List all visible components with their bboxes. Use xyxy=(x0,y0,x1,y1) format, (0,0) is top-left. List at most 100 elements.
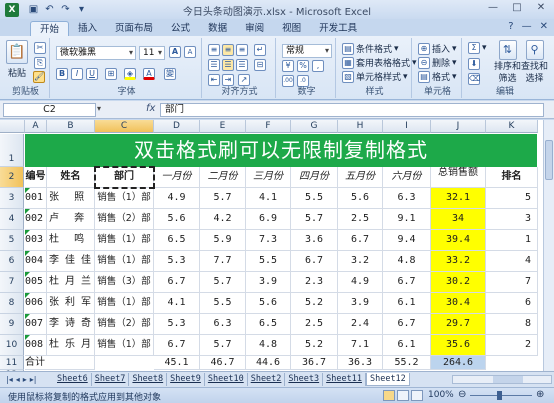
name-cell[interactable]: 卢 奔 xyxy=(47,209,95,230)
help-icon[interactable]: ? xyxy=(508,21,513,32)
month-value-cell[interactable]: 6.3 xyxy=(200,314,246,335)
department-cell[interactable]: 销售（3）部 xyxy=(95,272,154,293)
horizontal-scroll-thumb[interactable] xyxy=(493,376,523,383)
font-size-select[interactable]: 11 xyxy=(139,46,165,60)
column-header-g[interactable]: G xyxy=(291,120,338,133)
zoom-out-icon[interactable]: ⊖ xyxy=(458,389,466,400)
next-sheet-icon[interactable]: ▸ xyxy=(23,375,27,384)
department-cell[interactable]: 销售（1）部 xyxy=(95,293,154,314)
format-cells-button[interactable]: ▤ 格式 ▾ xyxy=(418,70,457,83)
column-header-c[interactable]: C xyxy=(95,120,154,133)
month-value-cell[interactable]: 4.8 xyxy=(246,335,291,356)
month-value-cell[interactable]: 9.1 xyxy=(383,209,431,230)
row-header-5[interactable]: 5 xyxy=(0,230,24,251)
month-value-cell[interactable]: 3.9 xyxy=(338,293,383,314)
total-sales-cell[interactable]: 35.6 xyxy=(431,335,486,356)
header-cell-5[interactable]: 三月份 xyxy=(246,167,291,188)
name-cell[interactable]: 张 照 xyxy=(47,188,95,209)
row-header-8[interactable]: 8 xyxy=(0,293,24,314)
copy-button[interactable]: ⎘ xyxy=(34,57,46,69)
header-cell-2[interactable]: 部门 xyxy=(95,167,154,188)
month-value-cell[interactable]: 5.2 xyxy=(291,335,338,356)
month-value-cell[interactable]: 5.7 xyxy=(200,272,246,293)
column-header-k[interactable]: K xyxy=(486,120,538,133)
first-sheet-icon[interactable]: |◂ xyxy=(6,375,13,384)
month-value-cell[interactable]: 3.6 xyxy=(291,230,338,251)
tab-insert[interactable]: 插入 xyxy=(69,21,106,36)
month-value-cell[interactable]: 2.5 xyxy=(338,209,383,230)
month-value-cell[interactable]: 6.7 xyxy=(383,314,431,335)
accounting-format-button[interactable]: ¥ xyxy=(282,60,294,72)
name-cell[interactable]: 张利军 xyxy=(47,293,95,314)
month-value-cell[interactable]: 4.9 xyxy=(154,188,200,209)
percent-button[interactable]: % xyxy=(297,60,309,72)
month-value-cell[interactable]: 5.2 xyxy=(291,293,338,314)
month-value-cell[interactable]: 5.6 xyxy=(246,293,291,314)
wrap-text-button[interactable]: ↵ xyxy=(254,44,266,56)
rank-cell[interactable]: 4 xyxy=(486,251,538,272)
header-cell-4[interactable]: 二月份 xyxy=(200,167,246,188)
rank-cell[interactable]: 8 xyxy=(486,314,538,335)
normal-view-button[interactable] xyxy=(383,390,395,401)
month-value-cell[interactable]: 5.9 xyxy=(200,230,246,251)
minimize-button[interactable]: — xyxy=(486,2,500,13)
rank-cell[interactable]: 3 xyxy=(486,209,538,230)
month-value-cell[interactable]: 3.9 xyxy=(246,272,291,293)
total-sales-cell[interactable]: 39.4 xyxy=(431,230,486,251)
total-sales-cell[interactable]: 32.1 xyxy=(431,188,486,209)
sort-filter-button[interactable]: ⇅ 排序和 筛选 xyxy=(494,40,521,84)
row-header-4[interactable]: 4 xyxy=(0,209,24,230)
align-center-button[interactable]: ☰ xyxy=(222,59,234,71)
department-cell[interactable]: 销售（1）部 xyxy=(95,230,154,251)
cell-styles-button[interactable]: ▧ 单元格样式 ▾ xyxy=(342,70,408,83)
month-value-cell[interactable]: 4.2 xyxy=(200,209,246,230)
insert-cells-button[interactable]: ⊕ 插入 ▾ xyxy=(418,42,457,55)
last-sheet-icon[interactable]: ▸| xyxy=(30,375,37,384)
italic-button[interactable]: I xyxy=(71,68,83,80)
number-format-select[interactable]: 常规 xyxy=(282,44,332,58)
row-header-3[interactable]: 3 xyxy=(0,188,24,209)
tab-developer[interactable]: 开发工具 xyxy=(310,21,366,36)
total-sales-cell[interactable]: 30.2 xyxy=(431,272,486,293)
tab-page-layout[interactable]: 页面布局 xyxy=(106,21,162,36)
month-value-cell[interactable]: 6.5 xyxy=(154,230,200,251)
month-value-cell[interactable]: 5.7 xyxy=(291,209,338,230)
zoom-slider-thumb[interactable] xyxy=(497,391,502,400)
zoom-in-icon[interactable]: ⊕ xyxy=(536,389,544,400)
underline-button[interactable]: U xyxy=(86,68,98,80)
month-value-cell[interactable]: 5.3 xyxy=(154,314,200,335)
column-header-d[interactable]: D xyxy=(154,120,200,133)
shrink-font-button[interactable]: A xyxy=(184,46,196,58)
month-value-cell[interactable]: 7.3 xyxy=(246,230,291,251)
month-value-cell[interactable]: 7.1 xyxy=(338,335,383,356)
header-cell-1[interactable]: 姓名 xyxy=(47,167,95,188)
header-cell-7[interactable]: 五月份 xyxy=(338,167,383,188)
delete-cells-button[interactable]: ⊖ 删除 ▾ xyxy=(418,56,457,69)
month-value-cell[interactable]: 2.4 xyxy=(338,314,383,335)
total-month-cell[interactable]: 46.7 xyxy=(200,356,246,370)
page-layout-view-button[interactable] xyxy=(397,390,409,401)
row-header-6[interactable]: 6 xyxy=(0,251,24,272)
header-cell-0[interactable]: 编号 xyxy=(25,167,47,188)
name-cell[interactable]: 杜乐月 xyxy=(47,335,95,356)
total-sales-cell[interactable]: 33.2 xyxy=(431,251,486,272)
align-right-button[interactable]: ☰ xyxy=(236,59,248,71)
month-value-cell[interactable]: 4.1 xyxy=(154,293,200,314)
align-bottom-button[interactable]: ≡ xyxy=(236,44,248,56)
column-header-h[interactable]: H xyxy=(338,120,383,133)
page-break-view-button[interactable] xyxy=(411,390,423,401)
sheet-tab-sheet11[interactable]: Sheet11 xyxy=(323,373,366,386)
tab-review[interactable]: 审阅 xyxy=(236,21,273,36)
paste-button[interactable]: 📋 粘贴 xyxy=(6,40,28,79)
month-value-cell[interactable]: 5.5 xyxy=(200,293,246,314)
total-month-cell[interactable]: 44.6 xyxy=(246,356,291,370)
total-month-cell[interactable]: 36.3 xyxy=(338,356,383,370)
rank-cell[interactable]: 2 xyxy=(486,335,538,356)
column-header-f[interactable]: F xyxy=(246,120,291,133)
insert-function-icon[interactable]: fx xyxy=(146,103,155,114)
row-header-10[interactable]: 10 xyxy=(0,335,24,356)
month-value-cell[interactable]: 4.1 xyxy=(246,188,291,209)
tab-view[interactable]: 视图 xyxy=(273,21,310,36)
header-cell-9[interactable]: 总销售额 xyxy=(431,167,486,188)
month-value-cell[interactable]: 5.6 xyxy=(338,188,383,209)
